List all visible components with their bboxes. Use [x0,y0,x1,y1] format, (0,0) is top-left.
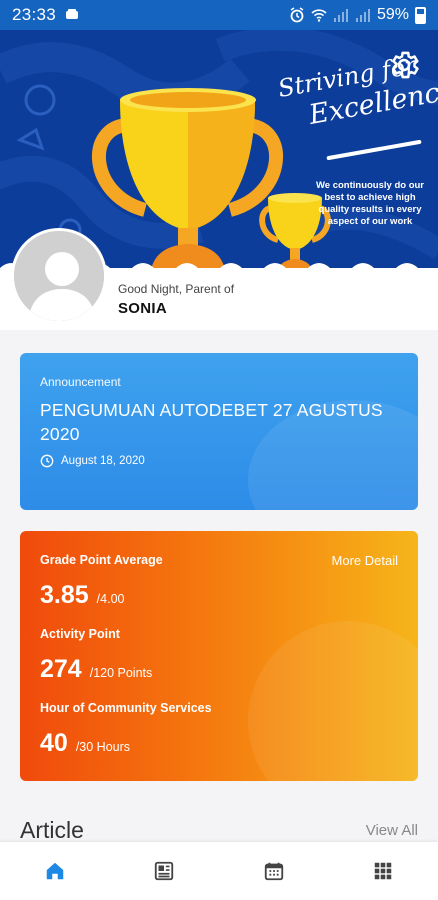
grade-summary-card[interactable]: Grade Point Average More Detail 3.85 /4.… [20,531,418,781]
announcement-label: Announcement [40,375,121,389]
gpa-value: 3.85 [40,581,89,609]
activity-label: Activity Point [40,627,120,641]
alarm-icon [290,7,304,23]
more-detail-link[interactable]: More Detail [332,553,398,568]
community-label: Hour of Community Services [40,701,212,715]
gpa-label: Grade Point Average [40,553,163,567]
battery-icon [415,6,426,24]
status-bar: 23:33 59% [0,0,438,30]
hero-subtitle: We continuously do our best to achieve h… [315,180,425,227]
battery-percent: 59% [376,6,409,23]
gpa-row: 3.85 /4.00 [40,581,124,610]
home-icon [46,862,63,880]
child-name: SONIA [118,300,168,317]
card-decoration [248,621,418,781]
clock-icon [40,454,54,468]
activity-row: 274 /120 Points [40,655,152,684]
nav-calendar[interactable] [219,842,329,900]
article-section-title: Article [20,817,84,843]
news-icon [155,861,174,881]
activity-max: /120 Points [89,666,153,680]
announcement-date: August 18, 2020 [61,455,145,467]
nav-apps[interactable] [329,842,438,900]
calendar-icon [264,862,283,881]
wifi-icon [311,9,327,22]
activity-value: 274 [40,655,82,683]
greeting-text: Good Night, Parent of [118,282,235,296]
view-all-link[interactable]: View All [366,822,418,839]
nav-home[interactable] [0,842,110,900]
community-value: 40 [40,729,68,757]
apps-grid-icon [375,862,392,880]
bottom-navigation [0,842,438,900]
notification-icon [66,9,79,19]
status-time: 23:33 [12,5,57,24]
community-max: /30 Hours [75,740,131,754]
signal-icon [355,9,370,22]
gear-icon[interactable] [387,48,421,82]
avatar[interactable] [11,228,107,324]
gpa-max: /4.00 [96,592,125,606]
announcement-card[interactable]: Announcement PENGUMUAN AUTODEBET 27 AGUS… [20,353,418,510]
announcement-title: PENGUMUAN AUTODEBET 27 AGUSTUS 2020 [40,400,383,444]
nav-news[interactable] [110,842,220,900]
community-row: 40 /30 Hours [40,729,130,758]
signal-icon [333,9,348,22]
announcement-date-row: August 18, 2020 [40,454,145,468]
